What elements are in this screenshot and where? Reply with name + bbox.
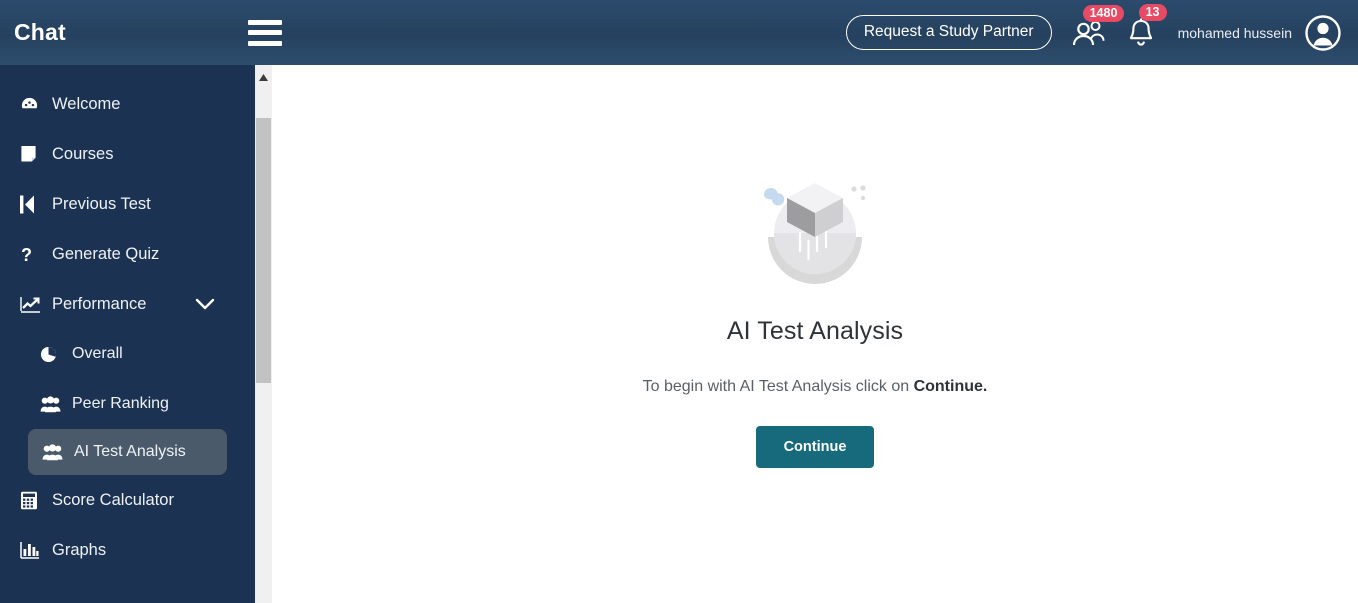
user-avatar-icon: [1305, 14, 1341, 51]
sidebar-item-label: AI Test Analysis: [74, 443, 186, 460]
people-group-icon: [1072, 20, 1105, 45]
users-icon: [40, 395, 66, 413]
dashboard-icon: [20, 95, 46, 114]
sidebar-item-graphs[interactable]: Graphs: [0, 525, 255, 575]
sidebar-item-label: Peer Ranking: [72, 395, 169, 412]
sidebar-item-label: Welcome: [52, 94, 121, 113]
sidebar-scrollbar-thumb[interactable]: [256, 118, 271, 383]
sidebar-item-label: Overall: [72, 345, 123, 362]
chevron-down-icon[interactable]: [195, 298, 215, 310]
app-header: Chat Request a Study Partner 1480 13 moh…: [0, 0, 1358, 65]
sidebar-item-label: Graphs: [52, 540, 107, 559]
hamburger-bar: [248, 40, 282, 46]
sidebar-nav: Welcome Courses Previous Test ? Generate…: [0, 65, 255, 603]
subtitle-text-bold: Continue: [913, 378, 983, 395]
sidebar-item-overall[interactable]: Overall: [0, 329, 255, 379]
app-brand-title: Chat: [14, 19, 66, 45]
sidebar-item-label: Score Calculator: [52, 490, 174, 509]
sidebar-scrollbar-track[interactable]: [255, 65, 272, 603]
notification-badge-count: 13: [1138, 3, 1167, 21]
book-icon: [20, 145, 46, 163]
request-study-partner-button[interactable]: Request a Study Partner: [845, 15, 1052, 50]
bar-chart-icon: [20, 541, 46, 559]
sidebar-item-label: Performance: [52, 294, 147, 313]
avatar[interactable]: [1302, 12, 1344, 54]
notifications-button[interactable]: 13: [1126, 3, 1167, 49]
sidebar-item-generate-quiz[interactable]: ? Generate Quiz: [0, 229, 255, 279]
sidebar-item-welcome[interactable]: Welcome: [0, 79, 255, 129]
question-mark-icon: ?: [20, 245, 46, 264]
main-content: AI Test Analysis To begin with AI Test A…: [272, 65, 1358, 603]
sidebar-item-label: Courses: [52, 144, 114, 163]
subtitle-text-after: .: [982, 378, 988, 395]
sidebar-item-score-calculator[interactable]: Score Calculator: [0, 475, 255, 525]
sidebar-item-label: Generate Quiz: [52, 244, 160, 263]
sidebar-item-performance[interactable]: Performance: [0, 279, 255, 329]
header-actions: Request a Study Partner 1480 13 mohamed …: [845, 0, 1358, 65]
bell-icon: [1129, 18, 1152, 46]
pie-chart-icon: [40, 346, 66, 363]
username-label: mohamed hussein: [1177, 24, 1292, 41]
people-badge-count: 1480: [1082, 4, 1125, 22]
users-icon: [42, 443, 68, 461]
sidebar-item-label: Previous Test: [52, 194, 151, 213]
svg-text:?: ?: [21, 245, 32, 264]
skip-previous-icon: [20, 195, 46, 214]
scroll-up-arrow-icon[interactable]: [258, 69, 269, 81]
hamburger-bar: [248, 30, 282, 35]
empty-state-cube-illustration: [750, 175, 880, 295]
sidebar-item-courses[interactable]: Courses: [0, 129, 255, 179]
continue-button[interactable]: Continue: [755, 426, 875, 468]
subtitle-text-before: To begin with AI Test Analysis click on: [642, 378, 914, 395]
sidebar-item-peer-ranking[interactable]: Peer Ranking: [0, 379, 255, 429]
sidebar-item-previous-test[interactable]: Previous Test: [0, 179, 255, 229]
hamburger-bar: [248, 19, 282, 25]
page-title: AI Test Analysis: [726, 317, 904, 345]
hamburger-icon[interactable]: [248, 19, 282, 46]
line-chart-icon: [20, 296, 46, 313]
sidebar-item-ai-test-analysis[interactable]: AI Test Analysis: [28, 429, 227, 475]
calculator-icon: [20, 491, 46, 510]
people-group-button[interactable]: 1480: [1070, 4, 1125, 48]
empty-state-subtitle: To begin with AI Test Analysis click on …: [643, 378, 988, 396]
